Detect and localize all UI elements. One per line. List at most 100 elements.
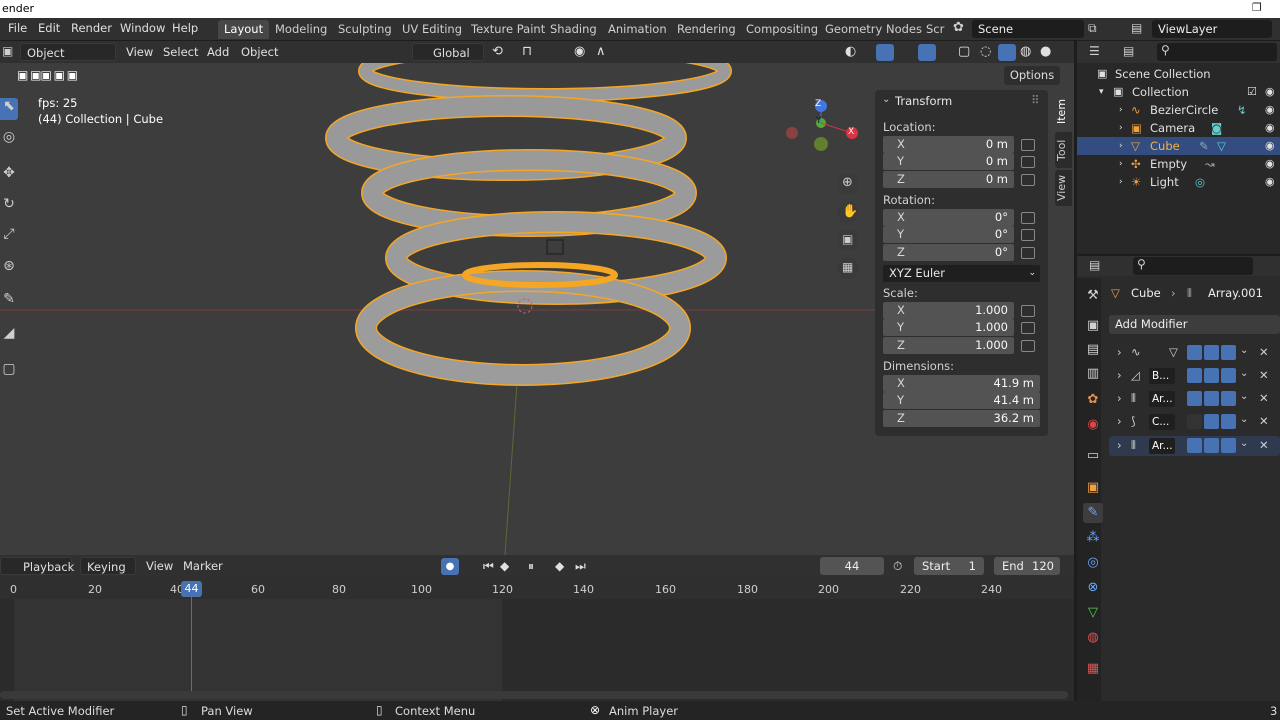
- outliner-item-light[interactable]: › ☀ Light ◎ ◉: [1077, 173, 1280, 191]
- render-toggle-icon[interactable]: [1221, 414, 1236, 429]
- world-icon[interactable]: ◉: [1083, 415, 1103, 435]
- render-icon[interactable]: ▣: [1083, 316, 1103, 336]
- location-x-field[interactable]: X 0 m: [883, 136, 1014, 153]
- pivot-icon[interactable]: ⟲: [492, 43, 503, 61]
- properties-search-input[interactable]: ⚲: [1133, 257, 1253, 275]
- expand-icon[interactable]: ›: [1119, 173, 1123, 191]
- menu-render[interactable]: Render: [71, 21, 112, 35]
- edit-mode-toggle-icon[interactable]: [1187, 414, 1202, 429]
- pause-icon[interactable]: ⏸: [528, 557, 534, 575]
- tab-geometry-nodes[interactable]: Geometry Nodes: [819, 20, 928, 39]
- tab-uv-editing[interactable]: UV Editing: [396, 20, 468, 39]
- tab-shading[interactable]: Shading: [544, 20, 603, 39]
- scale-y-field[interactable]: Y 1.000: [883, 319, 1014, 336]
- eye-icon[interactable]: ◉: [1265, 83, 1275, 101]
- tab-item[interactable]: Item: [1055, 92, 1072, 130]
- expand-icon[interactable]: ›: [1117, 391, 1122, 405]
- mode-dropdown[interactable]: Object Mode: [20, 43, 116, 78]
- outliner-collection[interactable]: ▾ ▣ Collection ☑ ◉: [1077, 83, 1280, 101]
- expand-icon[interactable]: ›: [1117, 368, 1122, 382]
- restore-icon[interactable]: ❐: [1252, 1, 1262, 14]
- jump-start-icon[interactable]: ⏮: [483, 557, 494, 575]
- material-shading-icon[interactable]: ◍: [1020, 43, 1031, 61]
- outliner-item-camera[interactable]: › ▣ Camera ◙ ◉: [1077, 119, 1280, 137]
- overlay-toggle-icon[interactable]: [918, 44, 936, 61]
- material-icon[interactable]: ◍: [1083, 628, 1103, 648]
- modifier-name[interactable]: C...: [1149, 414, 1175, 430]
- modifier-name[interactable]: Ar...: [1149, 391, 1175, 407]
- constraints-icon[interactable]: ⊗: [1083, 578, 1103, 598]
- eye-icon[interactable]: ◉: [1265, 173, 1275, 191]
- jump-end-icon[interactable]: ⏭: [575, 557, 586, 575]
- move-tool-icon[interactable]: ✥: [0, 165, 18, 187]
- object-icon[interactable]: ▣: [1083, 478, 1103, 498]
- cursor-tool-icon[interactable]: ◎: [0, 129, 18, 151]
- editor-type-icon[interactable]: ▣: [2, 44, 13, 58]
- gizmo-toggle-icon[interactable]: [876, 44, 894, 61]
- visibility-icon[interactable]: ◐: [845, 43, 856, 61]
- proportional-edit-icon[interactable]: ◉: [574, 43, 585, 61]
- current-frame-field[interactable]: 44: [820, 557, 884, 575]
- solid-shading-icon[interactable]: [998, 44, 1016, 61]
- menu-edit[interactable]: Edit: [38, 21, 60, 35]
- rotation-x-field[interactable]: X 0°: [883, 209, 1014, 226]
- eye-icon[interactable]: ◉: [1265, 119, 1275, 137]
- expand-icon[interactable]: ›: [1117, 414, 1122, 428]
- render-toggle-icon[interactable]: [1221, 368, 1236, 383]
- modifier-row[interactable]: › ⫴ Ar... ⌄ ✕: [1109, 389, 1280, 409]
- timeline-scrollbar[interactable]: [0, 691, 1068, 699]
- menu-select[interactable]: Select: [163, 43, 198, 61]
- outliner-editor-icon[interactable]: ☰: [1089, 44, 1100, 58]
- falloff-icon[interactable]: ∧: [596, 43, 606, 61]
- lock-icon[interactable]: [1021, 139, 1035, 151]
- timeline[interactable]: 0 20 40 60 80 100 120 140 160 180 200 22…: [0, 577, 1074, 701]
- modifier-row[interactable]: › ∿ ▽ ⌄ ✕: [1109, 343, 1280, 363]
- tab-animation[interactable]: Animation: [602, 20, 673, 39]
- edit-mode-toggle-icon[interactable]: [1187, 391, 1202, 406]
- expand-icon[interactable]: ›: [1117, 345, 1122, 359]
- camera-glyph[interactable]: ▣: [842, 232, 853, 246]
- expand-icon[interactable]: ›: [1117, 438, 1122, 452]
- eye-icon[interactable]: ◉: [1265, 101, 1275, 119]
- close-icon[interactable]: ✕: [1259, 438, 1269, 452]
- jump-keyframe-forward-icon[interactable]: ◆: [555, 557, 564, 575]
- lock-icon[interactable]: [1021, 340, 1035, 352]
- menu-timeline-view[interactable]: View: [146, 557, 173, 575]
- menu-view[interactable]: View: [126, 43, 153, 61]
- tab-tool[interactable]: Tool: [1055, 132, 1072, 168]
- transform-tool-icon[interactable]: ⊛: [0, 258, 18, 280]
- lock-icon[interactable]: [1021, 229, 1035, 241]
- zoom-glyph[interactable]: ⊕: [842, 175, 853, 190]
- tool-icon[interactable]: ⚒: [1083, 286, 1103, 306]
- scale-x-field[interactable]: X 1.000: [883, 302, 1014, 319]
- menu-window[interactable]: Window: [120, 21, 165, 35]
- pan-glyph[interactable]: ✋: [842, 204, 858, 219]
- collapse-icon[interactable]: ⌄: [882, 94, 890, 105]
- stopwatch-icon[interactable]: ⏱: [893, 557, 902, 575]
- close-icon[interactable]: ✕: [1259, 368, 1269, 382]
- playback-dropdown[interactable]: Playback: [0, 557, 74, 575]
- menu-file[interactable]: File: [8, 21, 27, 35]
- view-layer-field[interactable]: ViewLayer: [1152, 20, 1272, 38]
- snap-icon[interactable]: ⊓: [522, 43, 532, 61]
- viewport-toggle-icon[interactable]: [1204, 368, 1219, 383]
- lock-icon[interactable]: [1021, 322, 1035, 334]
- tab-sculpting[interactable]: Sculpting: [332, 20, 398, 39]
- output-icon[interactable]: ▤: [1083, 340, 1103, 360]
- menu-add[interactable]: Add: [207, 43, 229, 61]
- tab-texture-paint[interactable]: Texture Paint: [465, 20, 551, 39]
- modifier-row-active[interactable]: › ⫴ Ar... ⌄ ✕: [1109, 436, 1280, 456]
- tab-rendering[interactable]: Rendering: [671, 20, 742, 39]
- annotate-tool-icon[interactable]: ✎: [0, 291, 18, 313]
- edit-mode-toggle-icon[interactable]: [1187, 438, 1202, 453]
- viewport-toggle-icon[interactable]: [1204, 438, 1219, 453]
- keying-dropdown[interactable]: Keying: [80, 557, 136, 575]
- rotation-mode-dropdown[interactable]: XYZ Euler ⌄: [883, 265, 1040, 282]
- modifier-row[interactable]: › ◿ B... ⌄ ✕: [1109, 366, 1280, 386]
- tab-compositing[interactable]: Compositing: [740, 20, 824, 39]
- texture-icon[interactable]: ▦: [1083, 659, 1103, 679]
- dimensions-y-field[interactable]: Y 41.4 m: [883, 392, 1040, 409]
- rotation-z-field[interactable]: Z 0°: [883, 244, 1014, 261]
- close-icon[interactable]: ✕: [1259, 414, 1269, 428]
- grid-glyph[interactable]: ▦: [842, 260, 853, 274]
